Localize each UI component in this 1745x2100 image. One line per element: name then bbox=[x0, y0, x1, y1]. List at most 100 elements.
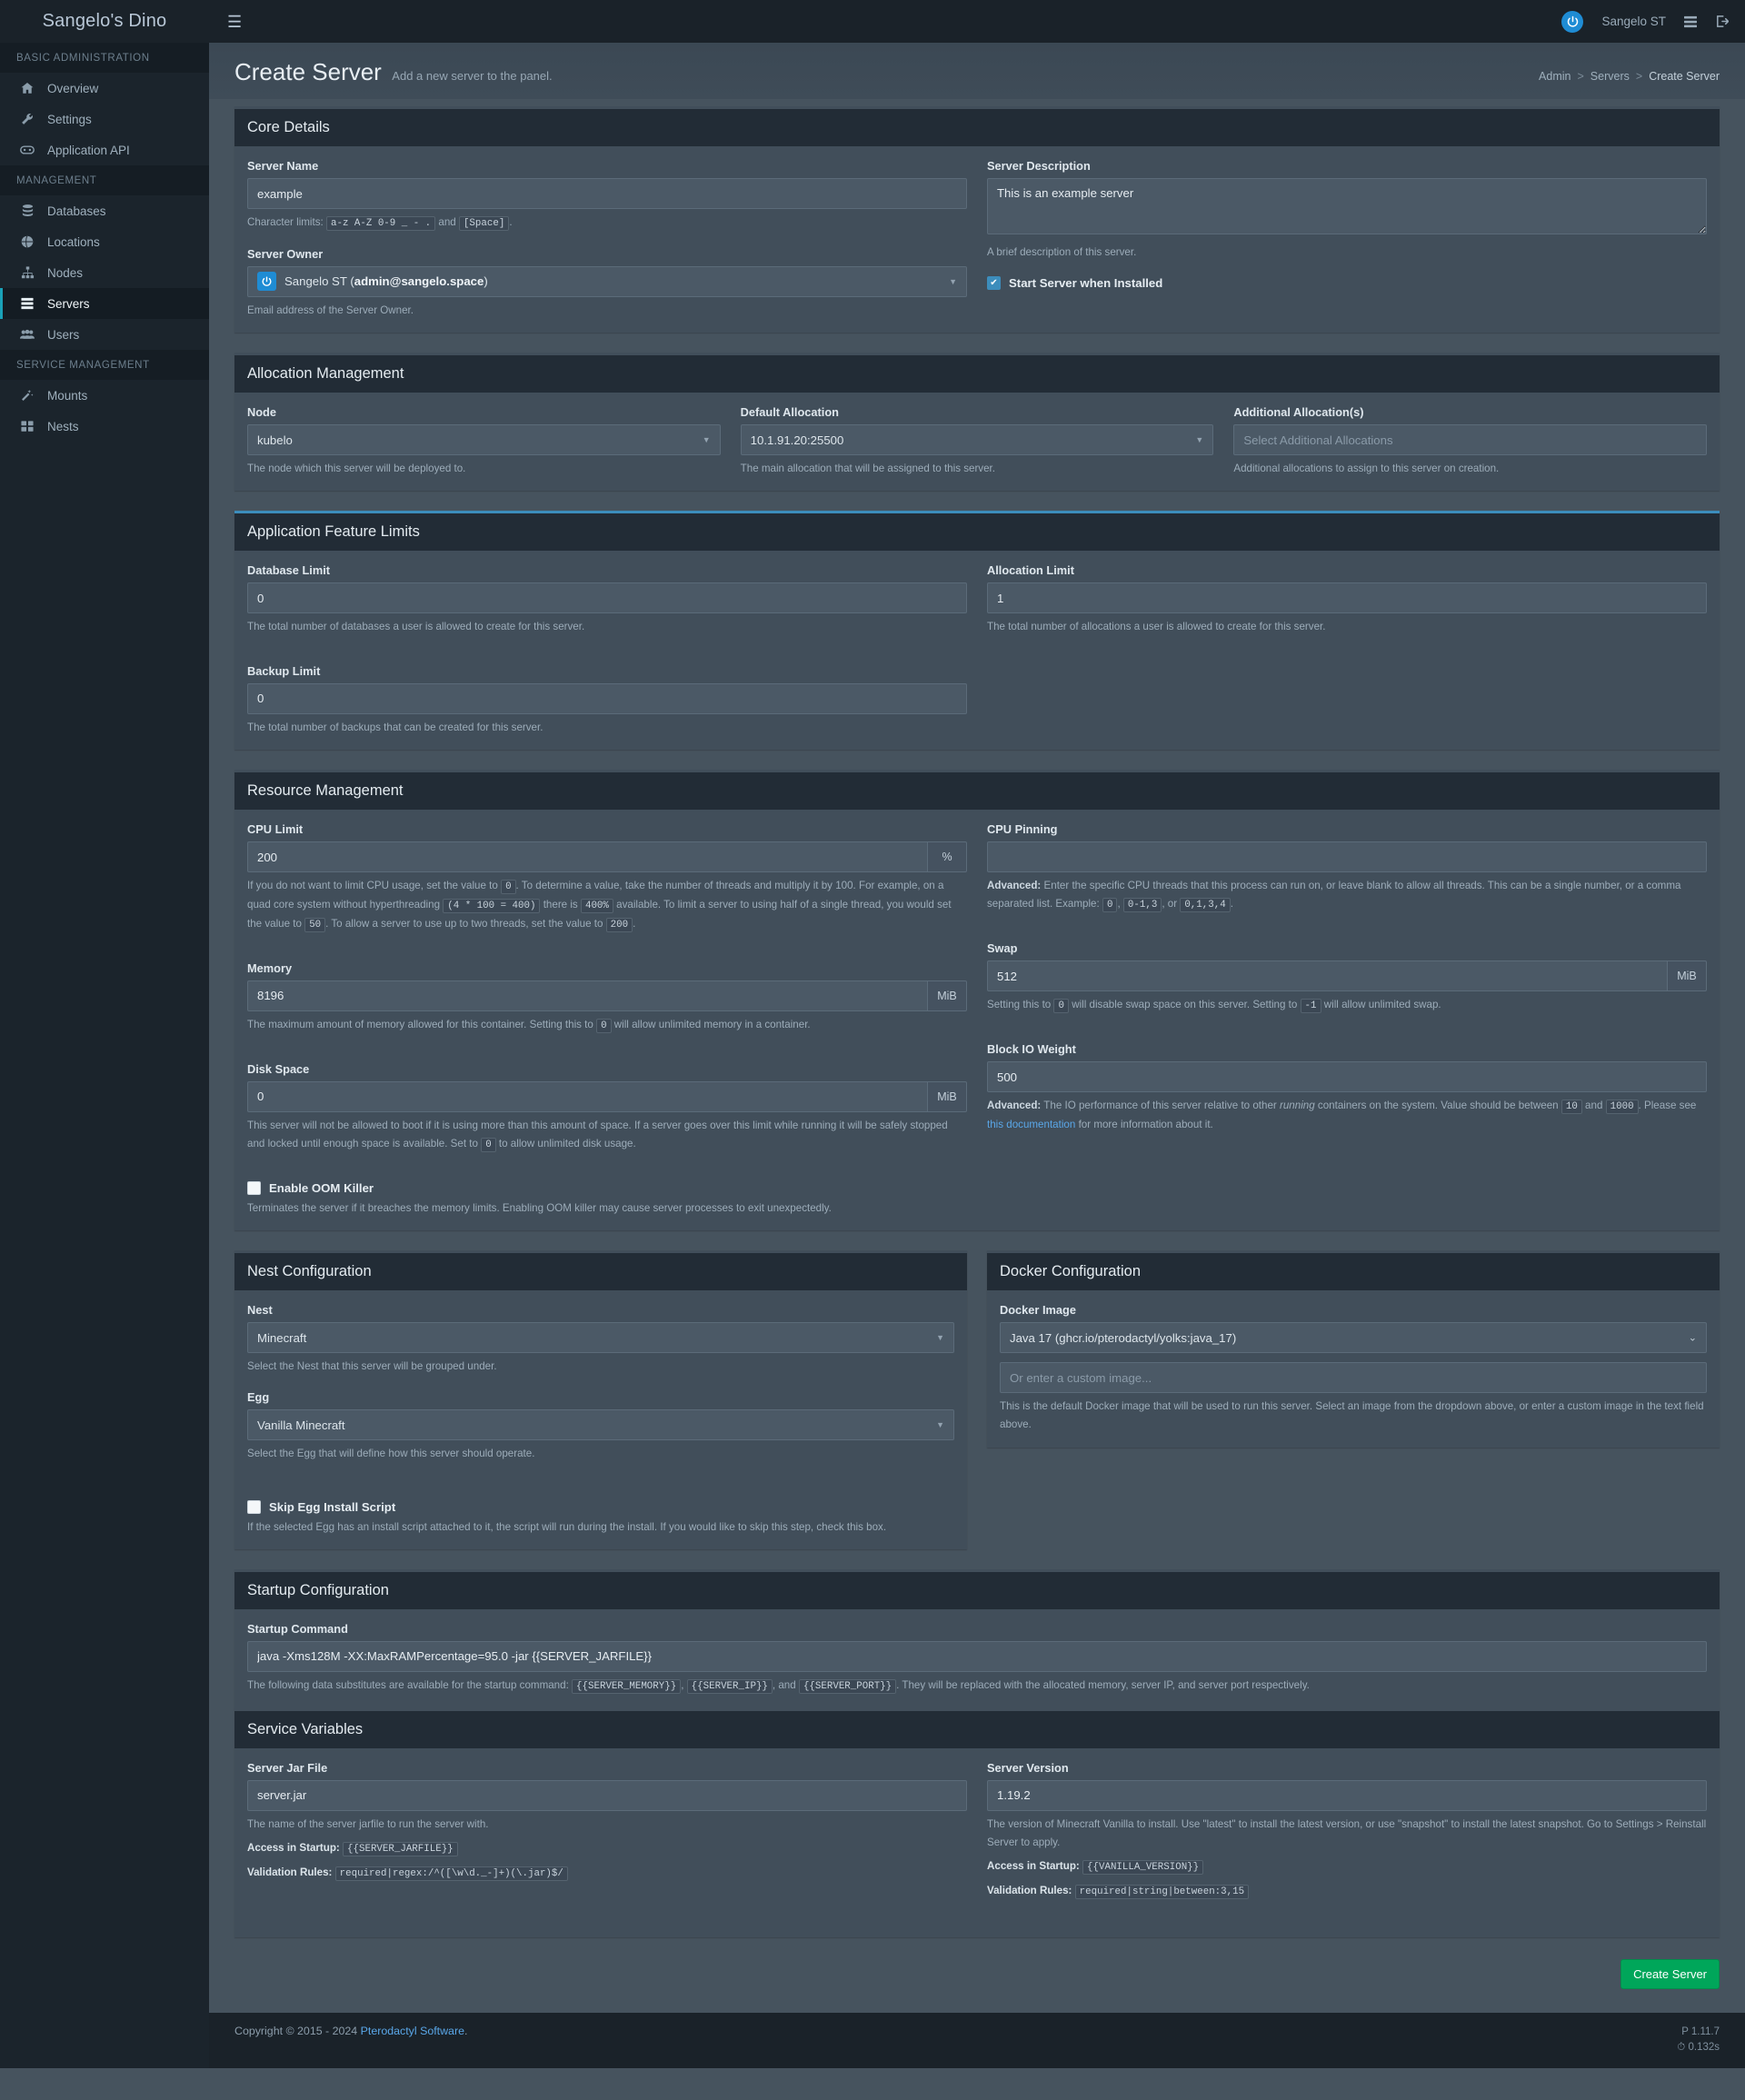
swap-input[interactable] bbox=[987, 960, 1667, 992]
disk-space-input[interactable] bbox=[247, 1080, 927, 1112]
logout-icon[interactable] bbox=[1715, 15, 1729, 28]
breadcrumb-item-servers[interactable]: Servers bbox=[1590, 70, 1630, 83]
sidebar-item-label: Servers bbox=[47, 296, 90, 311]
application-feature-limits-title: Application Feature Limits bbox=[247, 523, 420, 541]
docker-col: Docker Configuration Docker Image Java 1… bbox=[987, 1250, 1720, 1569]
server-description-label: Server Description bbox=[987, 159, 1091, 173]
sidebar-item-servers[interactable]: Servers bbox=[0, 288, 209, 319]
sidebar-item-mounts[interactable]: Mounts bbox=[0, 380, 209, 411]
start-when-installed-checkbox[interactable] bbox=[987, 276, 1001, 291]
oom-killer-label[interactable]: Enable OOM Killer bbox=[269, 1181, 374, 1195]
grid-icon bbox=[19, 420, 35, 433]
help-code: 0,1,3,4 bbox=[1180, 898, 1231, 913]
allocation-limit-input[interactable] bbox=[987, 582, 1707, 614]
startup-command-input[interactable] bbox=[247, 1640, 1707, 1672]
node-select-wrap: kubelo ▼ bbox=[247, 424, 721, 456]
server-jar-file-input[interactable] bbox=[247, 1779, 967, 1811]
sidebar-item-label: Settings bbox=[47, 112, 92, 126]
sidebar-item-nests[interactable]: Nests bbox=[0, 411, 209, 442]
start-when-installed-row: Start Server when Installed bbox=[987, 276, 1707, 291]
cpu-limit-input[interactable] bbox=[247, 841, 927, 873]
core-details-body: Server Name Character limits: a-z A-Z 0-… bbox=[234, 146, 1720, 333]
service-variables-body: Server Jar File The name of the server j… bbox=[234, 1748, 1720, 1937]
nest-col: Nest Configuration Nest Minecraft ▼ Sele… bbox=[234, 1250, 967, 1569]
sidebar-item-application-api[interactable]: Application API bbox=[0, 134, 209, 165]
skip-egg-install-checkbox[interactable] bbox=[247, 1499, 261, 1514]
memory-group: MiB bbox=[247, 980, 967, 1011]
sidebar-item-databases[interactable]: Databases bbox=[0, 195, 209, 226]
server-name-input[interactable] bbox=[247, 178, 967, 209]
sidebar-item-overview[interactable]: Overview bbox=[0, 73, 209, 104]
nest-select[interactable]: Minecraft bbox=[247, 1322, 954, 1354]
skip-egg-install-label[interactable]: Skip Egg Install Script bbox=[269, 1500, 395, 1514]
docker-custom-image-input[interactable] bbox=[1000, 1362, 1707, 1394]
help-code: 10 bbox=[1561, 1100, 1582, 1115]
docker-image-label: Docker Image bbox=[1000, 1303, 1076, 1318]
additional-allocations-input[interactable]: Select Additional Allocations bbox=[1233, 424, 1708, 456]
advanced-label: Advanced: bbox=[987, 1100, 1042, 1112]
block-io-weight-input[interactable] bbox=[987, 1061, 1707, 1093]
memory-input[interactable] bbox=[247, 980, 927, 1011]
block-io-documentation-link[interactable]: this documentation bbox=[987, 1119, 1075, 1130]
node-select[interactable]: kubelo bbox=[247, 424, 721, 456]
server-owner-select[interactable]: Sangelo ST (admin@sangelo.space) bbox=[247, 265, 967, 297]
egg-label: Egg bbox=[247, 1390, 270, 1405]
oom-killer-row: Enable OOM Killer bbox=[247, 1180, 967, 1195]
server-owner-value: Sangelo ST (admin@sangelo.space) bbox=[284, 274, 488, 289]
help-text: , and bbox=[772, 1678, 796, 1691]
docker-image-select[interactable]: Java 17 (ghcr.io/pterodactyl/yolks:java_… bbox=[1000, 1322, 1707, 1354]
resource-management-title: Resource Management bbox=[247, 782, 404, 800]
server-name-label: Server Name bbox=[247, 159, 319, 173]
resource-management-box: Resource Management CPU Limit % bbox=[234, 770, 1720, 1231]
main-content: Create Server Add a new server to the pa… bbox=[209, 43, 1745, 2068]
startup-configuration-box: Startup Configuration Startup Command Th… bbox=[234, 1568, 1720, 1708]
default-allocation-select[interactable]: 10.1.91.20:25500 bbox=[740, 424, 1214, 456]
sidebar-item-label: Nests bbox=[47, 419, 79, 433]
server-version-input[interactable] bbox=[987, 1779, 1707, 1811]
database-limit-input[interactable] bbox=[247, 582, 967, 614]
oom-killer-checkbox[interactable] bbox=[247, 1180, 261, 1195]
swap-group: MiB bbox=[987, 960, 1707, 992]
breadcrumb-item-admin[interactable]: Admin bbox=[1539, 70, 1570, 83]
pterodactyl-link[interactable]: Pterodactyl Software bbox=[361, 2025, 464, 2037]
sidebar-item-settings[interactable]: Settings bbox=[0, 104, 209, 134]
sidebar-item-users[interactable]: Users bbox=[0, 319, 209, 350]
sidebar-group-title-service: SERVICE MANAGEMENT bbox=[0, 350, 209, 380]
help-text: Character limits: bbox=[247, 216, 324, 228]
memory-unit: MiB bbox=[927, 980, 967, 1011]
create-server-button[interactable]: Create Server bbox=[1620, 1959, 1720, 1990]
pterodactyl-icon: P bbox=[1681, 2026, 1689, 2038]
sidebar-group-title-management: MANAGEMENT bbox=[0, 165, 209, 195]
breadcrumb: Admin > Servers > Create Server bbox=[1539, 70, 1720, 85]
server-name-help: Character limits: a-z A-Z 0-9 _ - . and … bbox=[247, 214, 967, 233]
user-name-label[interactable]: Sangelo ST bbox=[1601, 15, 1666, 28]
server-list-icon[interactable] bbox=[1684, 15, 1697, 28]
cpu-pinning-help: Advanced: Enter the specific CPU threads… bbox=[987, 877, 1707, 914]
swap-label: Swap bbox=[987, 941, 1018, 956]
start-when-installed-label[interactable]: Start Server when Installed bbox=[1009, 276, 1162, 290]
sidebar-item-nodes[interactable]: Nodes bbox=[0, 257, 209, 288]
node-label: Node bbox=[247, 405, 276, 420]
page-footer: Copyright © 2015 - 2024 Pterodactyl Soft… bbox=[209, 2013, 1745, 2068]
copyright-suffix: . bbox=[464, 2025, 468, 2038]
oom-killer-help: Terminates the server if it breaches the… bbox=[247, 1201, 832, 1214]
hamburger-icon[interactable]: ☰ bbox=[227, 14, 242, 30]
egg-help: Select the Egg that will define how this… bbox=[247, 1448, 535, 1460]
page-title-group: Create Server Add a new server to the pa… bbox=[234, 60, 553, 85]
egg-select[interactable]: Vanilla Minecraft bbox=[247, 1409, 954, 1441]
help-code: 1000 bbox=[1605, 1100, 1639, 1115]
backup-limit-input[interactable] bbox=[247, 682, 967, 714]
copyright-text: Copyright © 2015 - 2024 bbox=[234, 2025, 358, 2038]
help-emphasis: running bbox=[1280, 1100, 1315, 1112]
nest-configuration-title: Nest Configuration bbox=[247, 1263, 372, 1280]
sidebar-item-locations[interactable]: Locations bbox=[0, 226, 209, 257]
help-code: 0 bbox=[481, 1137, 496, 1152]
cpu-limit-unit: % bbox=[927, 841, 967, 873]
advanced-label: Advanced: bbox=[987, 880, 1042, 892]
load-time-value: 0.132s bbox=[1688, 2042, 1720, 2054]
server-description-help: A brief description of this server. bbox=[987, 246, 1137, 258]
cpu-pinning-input[interactable] bbox=[987, 841, 1707, 873]
page-title: Create Server bbox=[234, 58, 382, 85]
server-description-textarea[interactable]: This is an example server bbox=[987, 178, 1707, 234]
docker-image-help: This is the default Docker image that wi… bbox=[1000, 1400, 1704, 1431]
